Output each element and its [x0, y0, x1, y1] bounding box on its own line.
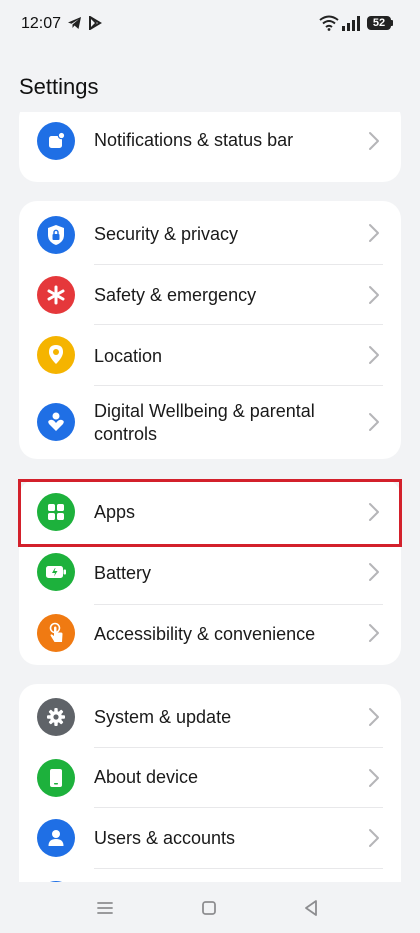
settings-list[interactable]: Notifications & status bar Security & pr…: [0, 112, 420, 882]
chevron-right-icon: [369, 708, 379, 726]
play-store-icon: [89, 16, 102, 30]
settings-item-label: Location: [94, 346, 163, 366]
settings-item-label: Digital Wellbeing & parental controls: [94, 401, 315, 444]
notification-icon: [37, 122, 75, 160]
settings-item-accessibility[interactable]: Accessibility & convenience: [19, 605, 401, 665]
back-icon[interactable]: [303, 899, 319, 917]
settings-item-system-update[interactable]: System & update: [19, 684, 401, 748]
shield-lock-icon: [37, 216, 75, 254]
settings-item-about-device[interactable]: About device: [19, 748, 401, 808]
asterisk-icon: [37, 276, 75, 314]
settings-item-digital-wellbeing[interactable]: Digital Wellbeing & parental controls: [19, 386, 401, 459]
settings-item-label: Battery: [94, 563, 152, 583]
wifi-icon: [319, 15, 339, 31]
chevron-right-icon: [369, 224, 379, 242]
chevron-right-icon: [369, 286, 379, 304]
settings-group-security: Security & privacy Safety & emergency Lo…: [19, 201, 401, 459]
signal-icon: [342, 16, 360, 31]
chevron-right-icon: [369, 769, 379, 787]
settings-group-system: System & update About device Users & acc…: [19, 684, 401, 882]
chevron-right-icon: [369, 563, 379, 581]
settings-item-label: Security & privacy: [94, 224, 239, 244]
settings-item-security-privacy[interactable]: Security & privacy: [19, 201, 401, 265]
navigation-bar: [0, 882, 420, 933]
location-pin-icon: [37, 336, 75, 374]
telegram-icon: [68, 17, 81, 29]
settings-item-users-accounts[interactable]: Users & accounts: [19, 808, 401, 869]
settings-item-safety-emergency[interactable]: Safety & emergency: [19, 265, 401, 325]
user-icon: [37, 819, 75, 857]
settings-item-label: Accessibility & convenience: [94, 624, 316, 644]
wellbeing-icon: [37, 403, 75, 441]
battery-indicator: 52: [367, 16, 391, 30]
chevron-right-icon: [369, 132, 379, 150]
settings-item-partial[interactable]: [19, 869, 401, 882]
settings-item-notifications[interactable]: Notifications & status bar: [19, 112, 401, 182]
chevron-right-icon: [369, 503, 379, 521]
phone-icon: [37, 759, 75, 797]
settings-group-apps: Apps Battery Accessibility & convenience: [19, 479, 401, 665]
chevron-right-icon: [369, 346, 379, 364]
settings-item-location[interactable]: Location: [19, 325, 401, 386]
page-title: Settings: [19, 74, 99, 99]
touch-hand-icon: [37, 614, 75, 652]
settings-item-apps[interactable]: Apps: [19, 479, 401, 545]
settings-item-label: System & update: [94, 707, 232, 727]
home-icon[interactable]: [201, 900, 217, 916]
status-time: 12:07: [21, 15, 62, 32]
settings-item-label: Notifications & status bar: [94, 130, 294, 150]
gear-icon: [37, 698, 75, 736]
menu-icon[interactable]: [96, 901, 114, 915]
settings-item-label: Users & accounts: [94, 828, 236, 848]
apps-grid-icon: [37, 493, 75, 531]
chevron-right-icon: [369, 829, 379, 847]
battery-icon: [37, 553, 75, 591]
settings-group-notifications: Notifications & status bar: [19, 112, 401, 182]
settings-item-label: Safety & emergency: [94, 285, 257, 305]
battery-level: 52: [372, 17, 386, 29]
chevron-right-icon: [369, 413, 379, 431]
status-bar: 12:07 52: [0, 0, 420, 46]
settings-item-label: Apps: [94, 502, 136, 522]
battery-tip: [391, 20, 393, 26]
settings-item-label: About device: [94, 767, 199, 787]
settings-item-battery[interactable]: Battery: [19, 545, 401, 605]
chevron-right-icon: [369, 624, 379, 642]
